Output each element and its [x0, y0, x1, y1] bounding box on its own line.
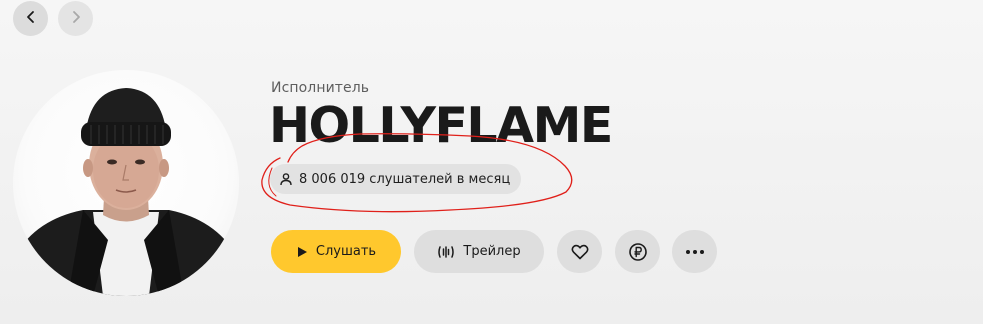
artist-name: HOLLYFLAME: [269, 97, 613, 154]
ruble-coin-icon: [628, 242, 648, 262]
waveform-icon: [437, 244, 455, 260]
donate-button[interactable]: [615, 230, 660, 273]
chevron-right-icon: [69, 9, 83, 28]
like-button[interactable]: [557, 230, 602, 273]
more-dots-icon: [685, 249, 705, 255]
monthly-listeners-badge: 8 006 019 слушателей в месяц: [270, 164, 522, 194]
heart-icon: [571, 244, 589, 260]
user-icon: [279, 172, 293, 186]
monthly-listeners-text: 8 006 019 слушателей в месяц: [299, 171, 511, 187]
play-button-label: Слушать: [315, 244, 377, 259]
play-button[interactable]: Слушать: [271, 230, 401, 273]
more-options-button[interactable]: [672, 230, 717, 273]
trailer-button[interactable]: Трейлер: [414, 230, 544, 273]
back-button[interactable]: [13, 1, 48, 36]
artist-avatar: [13, 70, 239, 296]
forward-button[interactable]: [58, 1, 93, 36]
play-icon: [296, 246, 308, 258]
chevron-left-icon: [24, 9, 38, 28]
trailer-button-label: Трейлер: [463, 244, 521, 259]
artist-role-label: Исполнитель: [271, 80, 370, 96]
